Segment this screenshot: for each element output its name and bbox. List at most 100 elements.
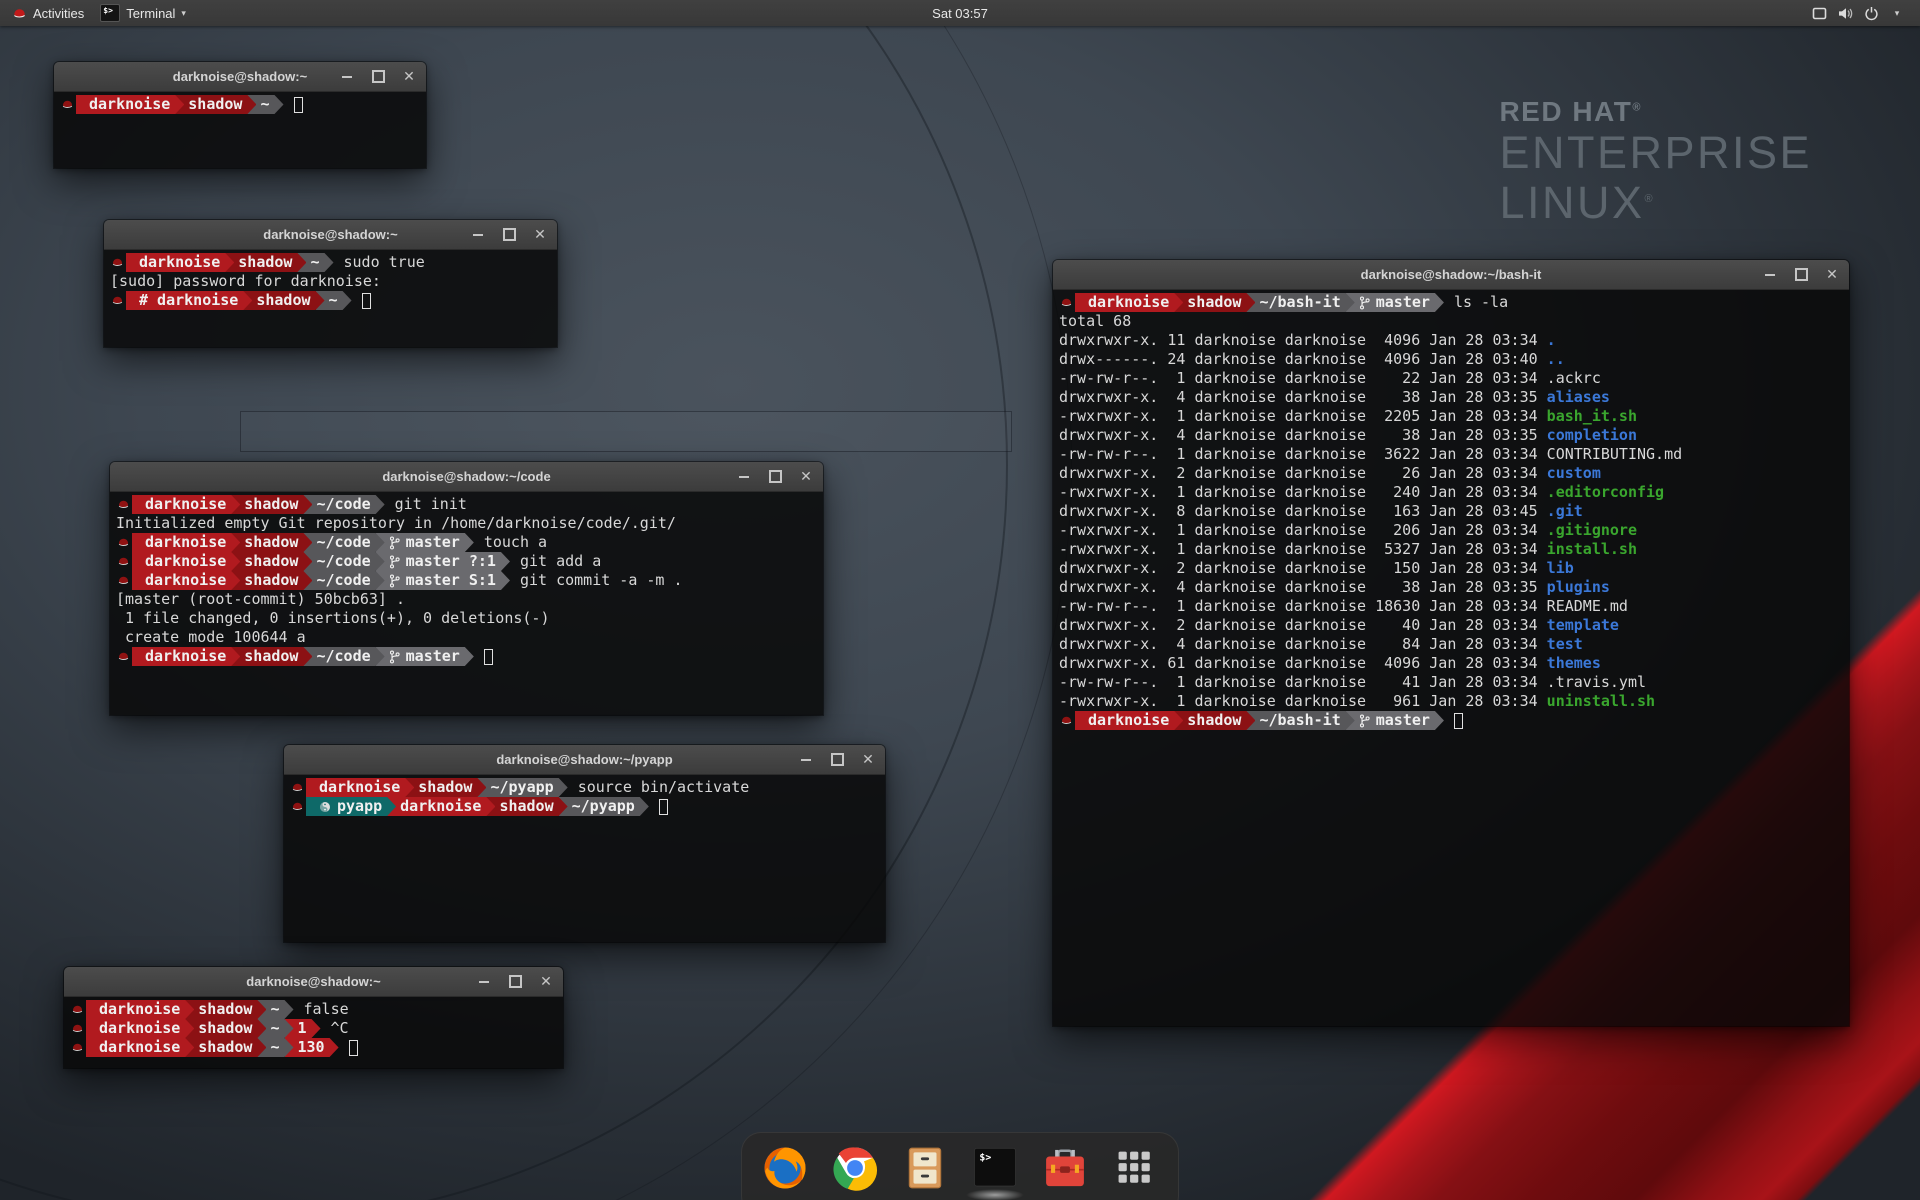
titlebar[interactable]: darknoise@shadow:~/bash-it ✕ xyxy=(1053,260,1849,290)
command-text: git commit -a -m . xyxy=(520,571,683,590)
window-title: darknoise@shadow:~/pyapp xyxy=(496,752,672,767)
git-branch-icon xyxy=(389,650,400,664)
dock-toolbox-icon[interactable] xyxy=(1042,1145,1088,1191)
prompt-segment-host: shadow xyxy=(231,647,312,666)
prompt-segment-path: ~/code xyxy=(303,571,384,590)
app-menu-label: Terminal xyxy=(126,6,175,21)
redhat-icon xyxy=(70,1022,85,1035)
terminal-sudo-window: darknoise@shadow:~✕darknoiseshadow~sudo … xyxy=(104,220,557,347)
dock-firefox-icon[interactable] xyxy=(762,1145,808,1191)
prompt-segment-host: shadow xyxy=(231,533,312,552)
file-attributes: drwxrwxr-x. 4 darknoise darknoise 38 Jan… xyxy=(1059,578,1547,597)
terminal-content[interactable]: darknoiseshadow~sudo true[sudo] password… xyxy=(104,250,557,347)
system-status-area[interactable]: ▾ xyxy=(1806,0,1920,26)
terminal-line: darknoiseshadow~ xyxy=(60,95,420,114)
terminal-content[interactable]: darknoiseshadow~/codegit initInitialized… xyxy=(110,492,823,715)
file-attributes: -rw-rw-r--. 1 darknoise darknoise 22 Jan… xyxy=(1059,369,1547,388)
close-button[interactable]: ✕ xyxy=(861,753,875,767)
redhat-icon xyxy=(116,555,131,568)
prompt-segment-host: shadow xyxy=(185,1019,266,1038)
maximize-button[interactable] xyxy=(371,70,385,84)
terminal-cursor xyxy=(659,799,668,815)
file-list-row: -rw-rw-r--. 1 darknoise darknoise 18630 … xyxy=(1059,597,1843,616)
output-text: [sudo] password for darknoise: xyxy=(110,272,381,291)
prompt-segment-host: shadow xyxy=(231,495,312,514)
activities-label: Activities xyxy=(33,6,84,21)
close-button[interactable]: ✕ xyxy=(539,975,553,989)
close-button[interactable]: ✕ xyxy=(799,470,813,484)
terminal-output-line: [master (root-commit) 50bcb63] . xyxy=(116,590,817,609)
minimize-button[interactable] xyxy=(340,70,354,84)
file-list-row: drwxrwxr-x. 2 darknoise darknoise 40 Jan… xyxy=(1059,616,1843,635)
redhat-icon xyxy=(60,98,75,111)
close-button[interactable]: ✕ xyxy=(1825,268,1839,282)
titlebar[interactable]: darknoise@shadow:~/pyapp ✕ xyxy=(284,745,885,775)
window-buttons: ✕ xyxy=(799,745,875,774)
terminal-output-line: 1 file changed, 0 insertions(+), 0 delet… xyxy=(116,609,817,628)
terminal-line: darknoiseshadow~1^C xyxy=(70,1019,557,1038)
file-attributes: drwxrwxr-x. 8 darknoise darknoise 163 Ja… xyxy=(1059,502,1547,521)
file-name: .. xyxy=(1547,350,1565,369)
minimize-button[interactable] xyxy=(737,470,751,484)
titlebar[interactable]: darknoise@shadow:~/code✕ xyxy=(110,462,823,492)
maximize-button[interactable] xyxy=(768,470,782,484)
prompt-segment-host: shadow xyxy=(405,778,486,797)
redhat-icon xyxy=(12,6,27,21)
prompt-segment-user: darknoise xyxy=(86,1000,194,1019)
maximize-button[interactable] xyxy=(1794,268,1808,282)
close-button[interactable]: ✕ xyxy=(533,228,547,242)
output-text: Initialized empty Git repository in /hom… xyxy=(116,514,676,533)
power-icon xyxy=(1858,0,1884,26)
terminal-content[interactable]: darknoiseshadow~/pyappsource bin/activat… xyxy=(284,775,885,942)
prompt-segment-host: shadow xyxy=(185,1000,266,1019)
terminal-content[interactable]: darknoiseshadow~ xyxy=(54,92,426,168)
rhel-logo-brand: RED HAT xyxy=(1499,96,1632,127)
maximize-button[interactable] xyxy=(508,975,522,989)
terminal-line: darknoiseshadow~sudo true xyxy=(110,253,551,272)
clock[interactable]: Sat 03:57 xyxy=(922,0,998,26)
prompt-segment-host: shadow xyxy=(225,253,306,272)
terminal-content[interactable]: darknoiseshadow~falsedarknoiseshadow~1^C… xyxy=(64,997,563,1068)
rhel-logo-line3: LINUX xyxy=(1499,177,1644,228)
redhat-icon xyxy=(290,800,305,813)
dock-files-icon[interactable] xyxy=(902,1145,948,1191)
file-attributes: -rwxrwxr-x. 1 darknoise darknoise 240 Ja… xyxy=(1059,483,1547,502)
git-branch-icon xyxy=(1359,296,1370,310)
maximize-button[interactable] xyxy=(502,228,516,242)
redhat-icon xyxy=(110,256,125,269)
window-buttons: ✕ xyxy=(477,967,553,996)
terminal-line: darknoiseshadow~/bash-itmaster xyxy=(1059,711,1843,730)
titlebar[interactable]: darknoise@shadow:~✕ xyxy=(64,967,563,997)
prompt-segment-path: ~/code xyxy=(303,552,384,571)
prompt-segment-user: darknoise xyxy=(1075,293,1183,312)
file-name: completion xyxy=(1547,426,1637,445)
redhat-icon xyxy=(116,498,131,511)
minimize-button[interactable] xyxy=(1763,268,1777,282)
dock-chrome-icon[interactable] xyxy=(832,1145,878,1191)
prompt-segment-user: darknoise xyxy=(387,797,495,816)
activities-button[interactable]: Activities xyxy=(0,0,96,26)
titlebar[interactable]: darknoise@shadow:~✕ xyxy=(104,220,557,250)
dock-terminal-icon[interactable]: $> xyxy=(972,1145,1018,1191)
titlebar[interactable]: darknoise@shadow:~✕ xyxy=(54,62,426,92)
redhat-icon xyxy=(116,574,131,587)
window-title: darknoise@shadow:~/bash-it xyxy=(1361,267,1542,282)
wallpaper-band-decoration xyxy=(240,411,1012,452)
minimize-button[interactable] xyxy=(477,975,491,989)
dock-app-grid-icon[interactable] xyxy=(1112,1145,1158,1191)
close-button[interactable]: ✕ xyxy=(402,70,416,84)
terminal-line: darknoiseshadow~130 xyxy=(70,1038,557,1057)
file-name: . xyxy=(1547,331,1556,350)
prompt-segment-git: master xyxy=(1346,711,1444,730)
file-name: aliases xyxy=(1547,388,1610,407)
file-list-row: drwxrwxr-x. 61 darknoise darknoise 4096 … xyxy=(1059,654,1843,673)
terminal-output-line: create mode 100644 a xyxy=(116,628,817,647)
prompt-segment-path: ~/code xyxy=(303,533,384,552)
prompt-segment-user: darknoise xyxy=(132,571,240,590)
minimize-button[interactable] xyxy=(471,228,485,242)
terminal-line: darknoiseshadow~/codemaster xyxy=(116,647,817,666)
maximize-button[interactable] xyxy=(830,753,844,767)
terminal-content[interactable]: darknoiseshadow~/bash-itmasterls -latota… xyxy=(1053,290,1849,1026)
minimize-button[interactable] xyxy=(799,753,813,767)
app-menu[interactable]: $> Terminal ▾ xyxy=(96,0,198,26)
